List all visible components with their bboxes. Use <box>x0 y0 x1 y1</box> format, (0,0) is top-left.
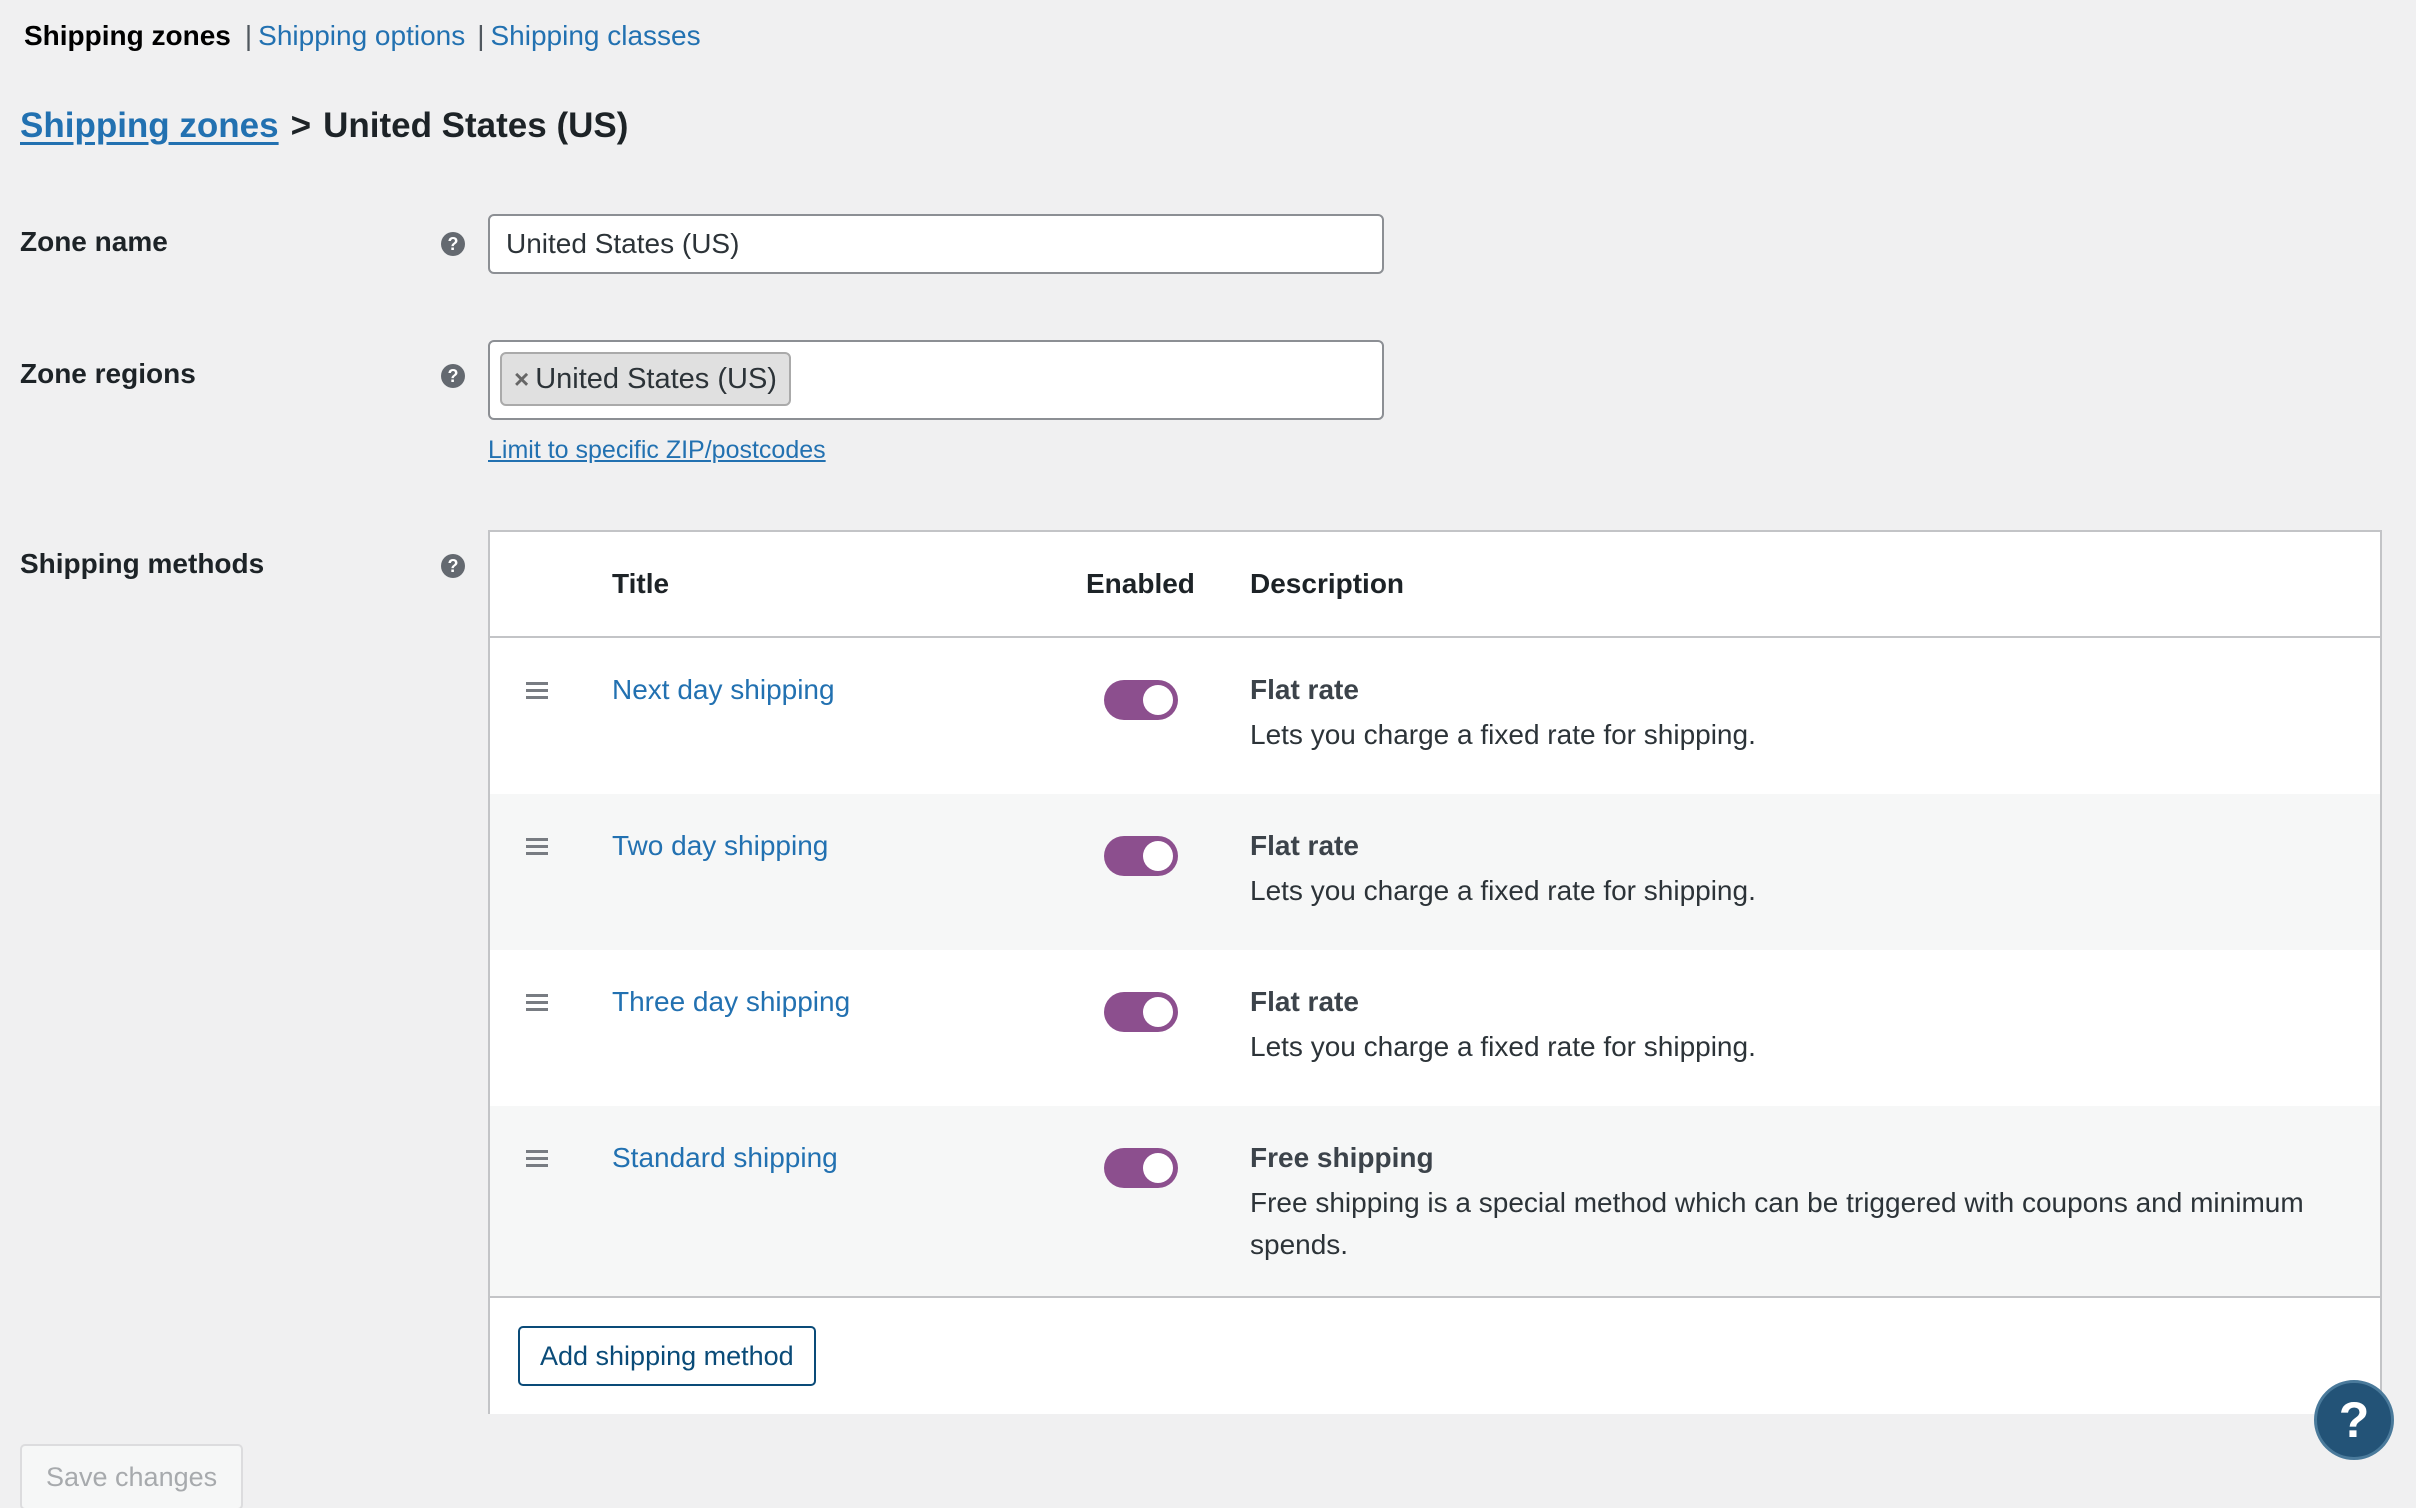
column-enabled-header: Enabled <box>1086 568 1195 599</box>
save-changes-button[interactable]: Save changes <box>20 1444 244 1508</box>
region-token: × United States (US) <box>500 352 791 406</box>
method-type: Flat rate <box>1250 986 1359 1017</box>
table-header: Title Enabled Description <box>490 532 2380 638</box>
method-title-link[interactable]: Two day shipping <box>612 830 828 862</box>
table-footer: Add shipping method <box>490 1296 2380 1414</box>
method-description: Lets you charge a fixed rate for shippin… <box>1250 719 1756 750</box>
question-circle-icon[interactable]: ? <box>441 364 465 388</box>
column-description-header: Description <box>1250 568 1405 599</box>
enabled-toggle[interactable] <box>1104 680 1178 720</box>
drag-handle-icon[interactable] <box>526 1150 548 1171</box>
remove-token-icon[interactable]: × <box>514 364 529 395</box>
shipping-methods-label: Shipping methods <box>20 548 265 579</box>
limit-zip-postcodes-link[interactable]: Limit to specific ZIP/postcodes <box>488 436 826 465</box>
subnav-separator: | <box>477 20 485 51</box>
toggle-knob <box>1143 841 1173 871</box>
method-title-link[interactable]: Three day shipping <box>612 986 850 1018</box>
subnav-shipping-zones[interactable]: Shipping zones <box>24 18 231 54</box>
table-row: Two day shipping Flat rate Lets you char… <box>490 794 2380 950</box>
zone-name-label: Zone name <box>20 226 168 257</box>
table-row: Standard shipping Free shipping Free shi… <box>490 1106 2380 1296</box>
enabled-toggle[interactable] <box>1104 836 1178 876</box>
question-circle-icon[interactable]: ? <box>441 554 465 578</box>
enabled-toggle[interactable] <box>1104 992 1178 1032</box>
shipping-zone-page: Shipping zones | Shipping options | Ship… <box>0 0 2416 1508</box>
method-type: Flat rate <box>1250 674 1359 705</box>
breadcrumb-separator: > <box>290 106 312 145</box>
breadcrumb-shipping-zones-link[interactable]: Shipping zones <box>20 102 279 150</box>
shipping-methods-table: Title Enabled Description Next day shipp… <box>488 530 2382 1414</box>
page-title: United States (US) <box>323 106 629 145</box>
region-token-label: United States (US) <box>535 362 777 395</box>
method-type: Flat rate <box>1250 830 1359 861</box>
column-title-header: Title <box>612 568 670 599</box>
method-description: Lets you charge a fixed rate for shippin… <box>1250 875 1756 906</box>
toggle-knob <box>1143 997 1173 1027</box>
subnav-separator: | <box>244 20 253 51</box>
toggle-knob <box>1143 1153 1173 1183</box>
method-title-link[interactable]: Standard shipping <box>612 1142 838 1174</box>
drag-handle-icon[interactable] <box>526 682 548 703</box>
table-row: Three day shipping Flat rate Lets you ch… <box>490 950 2380 1106</box>
enabled-toggle[interactable] <box>1104 1148 1178 1188</box>
question-circle-icon[interactable]: ? <box>441 232 465 256</box>
zone-regions-select[interactable]: × United States (US) <box>488 340 1384 420</box>
method-title-link[interactable]: Next day shipping <box>612 674 835 706</box>
drag-handle-icon[interactable] <box>526 838 548 859</box>
method-description: Free shipping is a special method which … <box>1250 1187 2304 1260</box>
drag-handle-icon[interactable] <box>526 994 548 1015</box>
add-shipping-method-button[interactable]: Add shipping method <box>518 1326 816 1386</box>
help-fab-icon[interactable]: ? <box>2314 1380 2394 1460</box>
shipping-subnav: Shipping zones | Shipping options | Ship… <box>24 18 701 54</box>
method-type: Free shipping <box>1250 1142 1434 1173</box>
table-row: Next day shipping Flat rate Lets you cha… <box>490 638 2380 794</box>
zone-regions-label: Zone regions <box>20 358 196 389</box>
breadcrumb: Shipping zones > United States (US) <box>20 102 628 150</box>
subnav-shipping-classes[interactable]: Shipping classes <box>491 18 701 54</box>
subnav-shipping-options[interactable]: Shipping options <box>258 18 465 54</box>
method-description: Lets you charge a fixed rate for shippin… <box>1250 1031 1756 1062</box>
toggle-knob <box>1143 685 1173 715</box>
zone-name-input[interactable]: United States (US) <box>488 214 1384 274</box>
